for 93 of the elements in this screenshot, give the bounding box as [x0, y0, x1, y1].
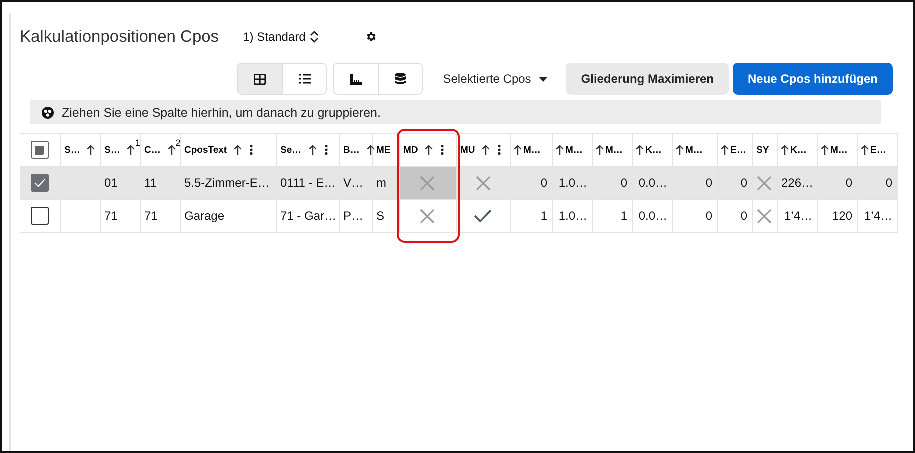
sort-arrow-icon[interactable]: [780, 145, 788, 155]
ruler-icon: [350, 74, 362, 84]
table-cell: 0: [540, 176, 548, 190]
database-icon: [395, 73, 406, 85]
table-cell: 0: [706, 176, 712, 190]
sort-arrow-icon[interactable]: [168, 145, 176, 155]
table-cell: 0111 - E…: [280, 176, 336, 190]
select-all-checkbox[interactable]: [30, 141, 49, 159]
column-header[interactable]: K…: [790, 144, 807, 156]
layout-select[interactable]: 1) Standard: [243, 30, 319, 44]
table-cell: 0: [740, 209, 748, 223]
table-cell: m: [376, 176, 386, 190]
column-menu-icon[interactable]: [498, 145, 502, 155]
row-checkbox[interactable]: [30, 174, 49, 192]
sort-arrow-icon[interactable]: [596, 145, 604, 155]
table-cell: 71: [144, 209, 158, 223]
column-menu-icon[interactable]: [324, 145, 328, 155]
sort-arrow-icon[interactable]: [636, 145, 644, 155]
sort-arrow-icon[interactable]: [514, 145, 522, 155]
sort-arrow-icon[interactable]: [425, 145, 434, 155]
add-button[interactable]: Neue Cpos hinzufügen: [733, 63, 893, 95]
table-cell: 226…: [782, 176, 814, 190]
table-cell: 11: [144, 176, 157, 190]
list-icon: [298, 74, 311, 84]
table-cell: 71 - Gar…: [280, 209, 337, 223]
updown-icon: [310, 31, 319, 43]
column-header[interactable]: S…: [104, 144, 120, 156]
table-cell: 0: [846, 176, 852, 190]
table-cell: 1: [540, 209, 548, 223]
column-header[interactable]: M…: [566, 144, 583, 156]
check-icon: [34, 178, 46, 188]
expand-button[interactable]: Gliederung Maximieren: [566, 63, 729, 95]
column-header[interactable]: SY: [756, 144, 770, 156]
column-header[interactable]: CposText: [184, 144, 228, 156]
sort-arrow-icon[interactable]: [308, 145, 317, 155]
sort-arrow-icon[interactable]: [676, 145, 684, 155]
table-cell: P…: [344, 209, 364, 223]
group-hint: Ziehen Sie eine Spalte hierhin, um danach zu gruppieren.: [62, 106, 381, 120]
column-header[interactable]: Se…: [280, 144, 302, 156]
table-cell: 0: [620, 176, 628, 190]
sort-arrow-icon[interactable]: [482, 145, 490, 155]
view-toggle[interactable]: [378, 64, 422, 94]
sort-arrow-icon[interactable]: [556, 145, 564, 155]
sort-arrow-icon[interactable]: [234, 145, 242, 155]
column-header[interactable]: ME: [376, 144, 391, 156]
column-menu-icon[interactable]: [250, 145, 254, 155]
table-cell: 0: [886, 176, 892, 190]
table-cell: 120: [832, 209, 852, 223]
view-toggle[interactable]: [282, 64, 326, 94]
page-title: Kalkulationpositionen Cpos: [20, 28, 220, 46]
table-cell: 1: [620, 209, 628, 223]
column-header[interactable]: MD: [404, 144, 418, 156]
sort-arrow-icon[interactable]: [820, 145, 828, 155]
column-header[interactable]: B…: [344, 144, 360, 156]
sort-index: 2: [176, 138, 181, 148]
column-header[interactable]: MU: [460, 144, 476, 156]
table-cell: 0: [740, 176, 748, 190]
column-header[interactable]: M…: [830, 144, 848, 156]
table-cell: S: [376, 209, 385, 223]
sort-arrow-icon[interactable]: [720, 145, 728, 155]
column-header[interactable]: C…: [144, 144, 161, 156]
table-cell: V…: [344, 176, 364, 190]
table-cell: 5.5-Zimmer-E…: [184, 176, 270, 190]
column-header[interactable]: E…: [870, 144, 886, 156]
sort-arrow-icon[interactable]: [87, 145, 96, 155]
column-header[interactable]: K…: [646, 144, 662, 156]
table-cell: 1.0…: [558, 176, 588, 190]
caret-icon: [539, 76, 548, 82]
table-cell: 0.0…: [638, 176, 668, 190]
sort-index: 1: [135, 138, 140, 148]
grid-icon: [254, 74, 266, 84]
row-checkbox[interactable]: [30, 207, 49, 225]
column-menu-icon[interactable]: [441, 145, 444, 155]
table-cell: 0.0…: [638, 209, 668, 223]
sort-arrow-icon[interactable]: [127, 145, 136, 155]
column-header[interactable]: S…: [64, 144, 80, 156]
table-cell: 01: [104, 176, 118, 190]
settings-icon[interactable]: [364, 31, 377, 43]
column-header[interactable]: M…: [606, 144, 623, 156]
selection-menu[interactable]: Selektierte Cpos: [429, 72, 560, 86]
table-cell: 1’4…: [784, 209, 812, 223]
column-header[interactable]: M…: [524, 144, 541, 156]
column-header[interactable]: M…: [686, 144, 703, 156]
table-cell: Garage: [184, 209, 225, 223]
table-cell: 71: [104, 209, 118, 223]
group-icon: [42, 106, 54, 118]
table-cell: 0: [706, 209, 712, 223]
sort-arrow-icon[interactable]: [860, 145, 868, 155]
column-header[interactable]: E…: [730, 144, 746, 156]
table-cell: 1’4…: [864, 209, 892, 223]
view-toggle[interactable]: [238, 64, 282, 94]
table-cell: 1.0…: [558, 209, 588, 223]
sort-arrow-icon[interactable]: [366, 145, 375, 155]
